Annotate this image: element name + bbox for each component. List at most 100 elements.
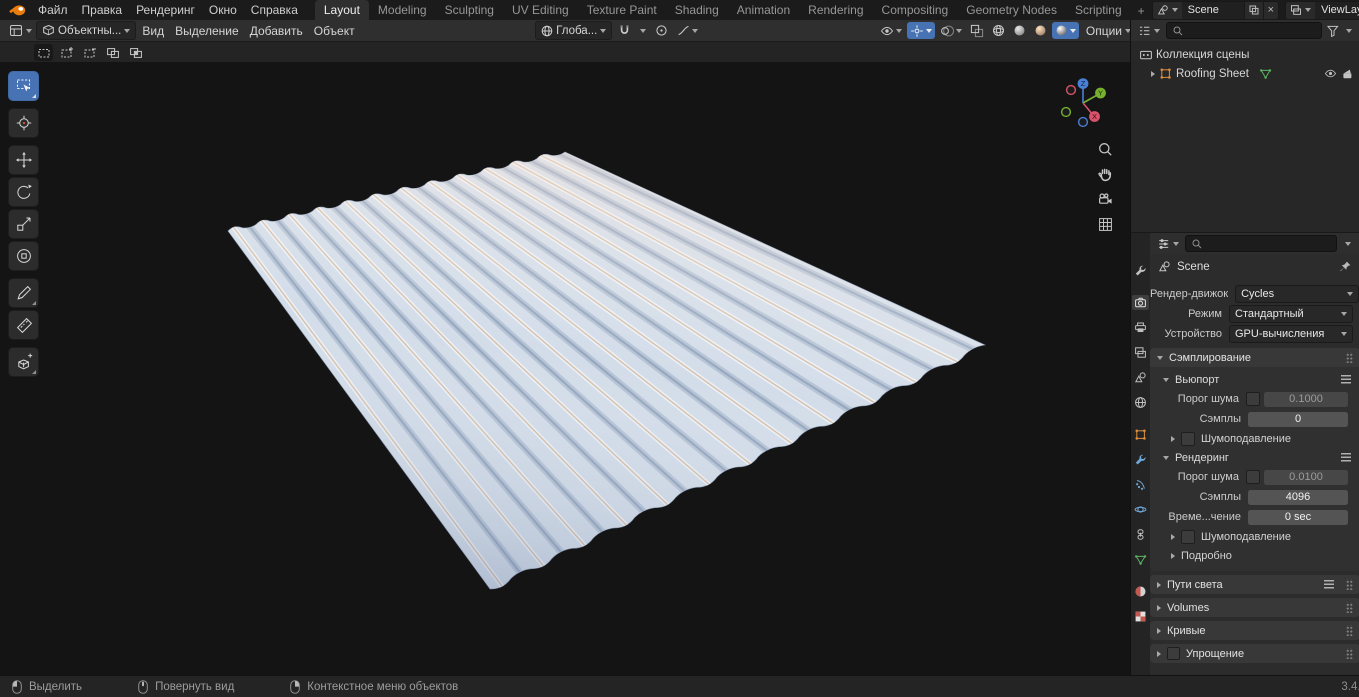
tool-cursor[interactable]	[8, 108, 39, 138]
drag-dots-icon[interactable]	[1346, 625, 1353, 636]
select-mode-intersect-button[interactable]	[126, 44, 145, 61]
props-tab-render[interactable]	[1132, 295, 1149, 310]
menu-edit[interactable]: Правка	[75, 0, 130, 20]
props-tab-scene[interactable]	[1132, 370, 1149, 385]
tab-layout[interactable]: Layout	[314, 0, 369, 20]
options-dropdown[interactable]: Опции	[1081, 21, 1136, 40]
menu-window[interactable]: Окно	[202, 0, 244, 20]
add-workspace-button[interactable]: +	[1131, 2, 1152, 20]
select-mode-invert-button[interactable]	[103, 44, 122, 61]
menu-add[interactable]: Добавить	[245, 21, 308, 40]
drag-dots-icon[interactable]	[1346, 602, 1353, 613]
props-tab-physics[interactable]	[1132, 502, 1149, 517]
camera-view-icon[interactable]	[1098, 192, 1113, 207]
toggle-xray-button[interactable]	[967, 22, 987, 39]
tab-sculpting[interactable]: Sculpting	[436, 0, 503, 20]
show-overlays-button[interactable]	[937, 22, 965, 39]
section-sampling[interactable]: Сэмплирование	[1150, 348, 1359, 367]
menu-file[interactable]: Файл	[31, 0, 75, 20]
tool-transform[interactable]	[8, 241, 39, 271]
time-limit-field[interactable]: 0 sec	[1248, 509, 1348, 525]
scene-browse-button[interactable]	[1153, 2, 1182, 19]
tool-scale[interactable]	[8, 209, 39, 239]
simplify-checkbox[interactable]	[1167, 647, 1180, 660]
outliner-row-collection[interactable]: Коллекция сцены	[1131, 45, 1359, 64]
mode-dropdown[interactable]: Объектны...	[36, 21, 137, 40]
menu-help[interactable]: Справка	[244, 0, 305, 20]
tab-texture-paint[interactable]: Texture Paint	[578, 0, 666, 20]
roofing-sheet-object[interactable]	[0, 62, 1130, 675]
render-denoise-section[interactable]: Шумоподавление	[1150, 527, 1359, 546]
filter-funnel-icon[interactable]	[1326, 24, 1339, 37]
props-tab-world[interactable]	[1132, 395, 1149, 410]
section-light-paths[interactable]: Пути света	[1150, 575, 1359, 594]
outliner-row-object[interactable]: Roofing Sheet	[1131, 64, 1359, 83]
pan-hand-icon[interactable]	[1098, 167, 1113, 182]
props-tab-view-layer[interactable]	[1132, 345, 1149, 360]
tool-select-box[interactable]	[8, 71, 39, 101]
tab-uv-editing[interactable]: UV Editing	[503, 0, 578, 20]
viewport-noise-threshold-checkbox[interactable]	[1246, 392, 1260, 406]
tool-rotate[interactable]	[8, 177, 39, 207]
properties-filter-dropdown[interactable]	[1345, 241, 1351, 246]
shading-solid-button[interactable]	[1010, 22, 1029, 39]
outliner-search-input[interactable]	[1166, 22, 1322, 39]
show-gizmo-button[interactable]	[906, 22, 935, 39]
drag-dots-icon[interactable]	[1346, 648, 1353, 659]
tab-rendering[interactable]: Rendering	[799, 0, 872, 20]
section-simplify[interactable]: Упрощение	[1150, 644, 1359, 663]
tab-geometry-nodes[interactable]: Geometry Nodes	[957, 0, 1066, 20]
props-tab-object[interactable]	[1132, 427, 1149, 442]
viewlayer-browse-button[interactable]	[1286, 2, 1315, 19]
tab-shading[interactable]: Shading	[666, 0, 728, 20]
axis-negative-z[interactable]	[1077, 116, 1089, 128]
scene-copy-button[interactable]	[1243, 1, 1263, 19]
menu-view[interactable]: Вид	[137, 21, 169, 40]
expand-arrow-icon[interactable]	[1151, 70, 1155, 77]
select-mode-extend-button[interactable]	[57, 44, 76, 61]
menu-render[interactable]: Рендеринг	[129, 0, 202, 20]
pin-icon[interactable]	[1338, 260, 1352, 274]
object-visibility-dropdown[interactable]	[877, 22, 905, 39]
shading-wireframe-button[interactable]	[989, 22, 1008, 39]
shading-material-button[interactable]	[1031, 22, 1050, 39]
tab-modeling[interactable]: Modeling	[369, 0, 436, 20]
viewport-samples-field[interactable]: 0	[1248, 411, 1348, 427]
select-mode-new-button[interactable]	[34, 44, 53, 61]
device-dropdown[interactable]: GPU-вычисления	[1229, 325, 1353, 343]
tool-annotate[interactable]	[8, 278, 39, 308]
props-tab-constraints[interactable]	[1132, 527, 1149, 542]
render-engine-dropdown[interactable]: Cycles	[1235, 285, 1359, 303]
scene-name-field[interactable]: Scene	[1181, 1, 1244, 19]
outliner-options-dropdown[interactable]	[1346, 28, 1352, 33]
props-tab-modifiers[interactable]	[1132, 452, 1149, 467]
ortho-grid-icon[interactable]	[1098, 217, 1113, 232]
snap-settings-dropdown[interactable]	[637, 22, 649, 39]
menu-select[interactable]: Выделение	[170, 21, 244, 40]
props-tab-output[interactable]	[1132, 320, 1149, 335]
outliner-editor-type-button[interactable]	[1136, 24, 1162, 37]
preset-icon[interactable]	[1341, 452, 1351, 463]
axis-negative-x[interactable]	[1065, 84, 1077, 96]
select-mode-subtract-button[interactable]	[80, 44, 99, 61]
properties-editor-type-button[interactable]	[1155, 237, 1181, 250]
advanced-section[interactable]: Подробно	[1150, 546, 1359, 565]
proportional-falloff-dropdown[interactable]	[674, 22, 701, 39]
props-tab-tool[interactable]	[1132, 263, 1149, 278]
tab-scripting[interactable]: Scripting	[1066, 0, 1131, 20]
render-samples-field[interactable]: 4096	[1248, 489, 1348, 505]
preset-icon[interactable]	[1324, 579, 1334, 590]
snap-toggle-button[interactable]	[615, 22, 634, 39]
section-volumes[interactable]: Volumes	[1150, 598, 1359, 617]
scene-unlink-button[interactable]: ×	[1262, 1, 1278, 19]
disable-in-render-toggle[interactable]	[1341, 67, 1354, 80]
editor-type-button[interactable]	[6, 21, 35, 40]
properties-search-input[interactable]	[1185, 235, 1337, 252]
tool-move[interactable]	[8, 145, 39, 175]
tab-animation[interactable]: Animation	[728, 0, 799, 20]
props-tab-material[interactable]	[1132, 584, 1149, 599]
axis-negative-y[interactable]	[1060, 106, 1072, 118]
drag-dots-icon[interactable]	[1346, 579, 1353, 590]
navigation-gizmo[interactable]: Z Y X	[1055, 75, 1111, 131]
tool-add-cube[interactable]	[8, 347, 39, 377]
